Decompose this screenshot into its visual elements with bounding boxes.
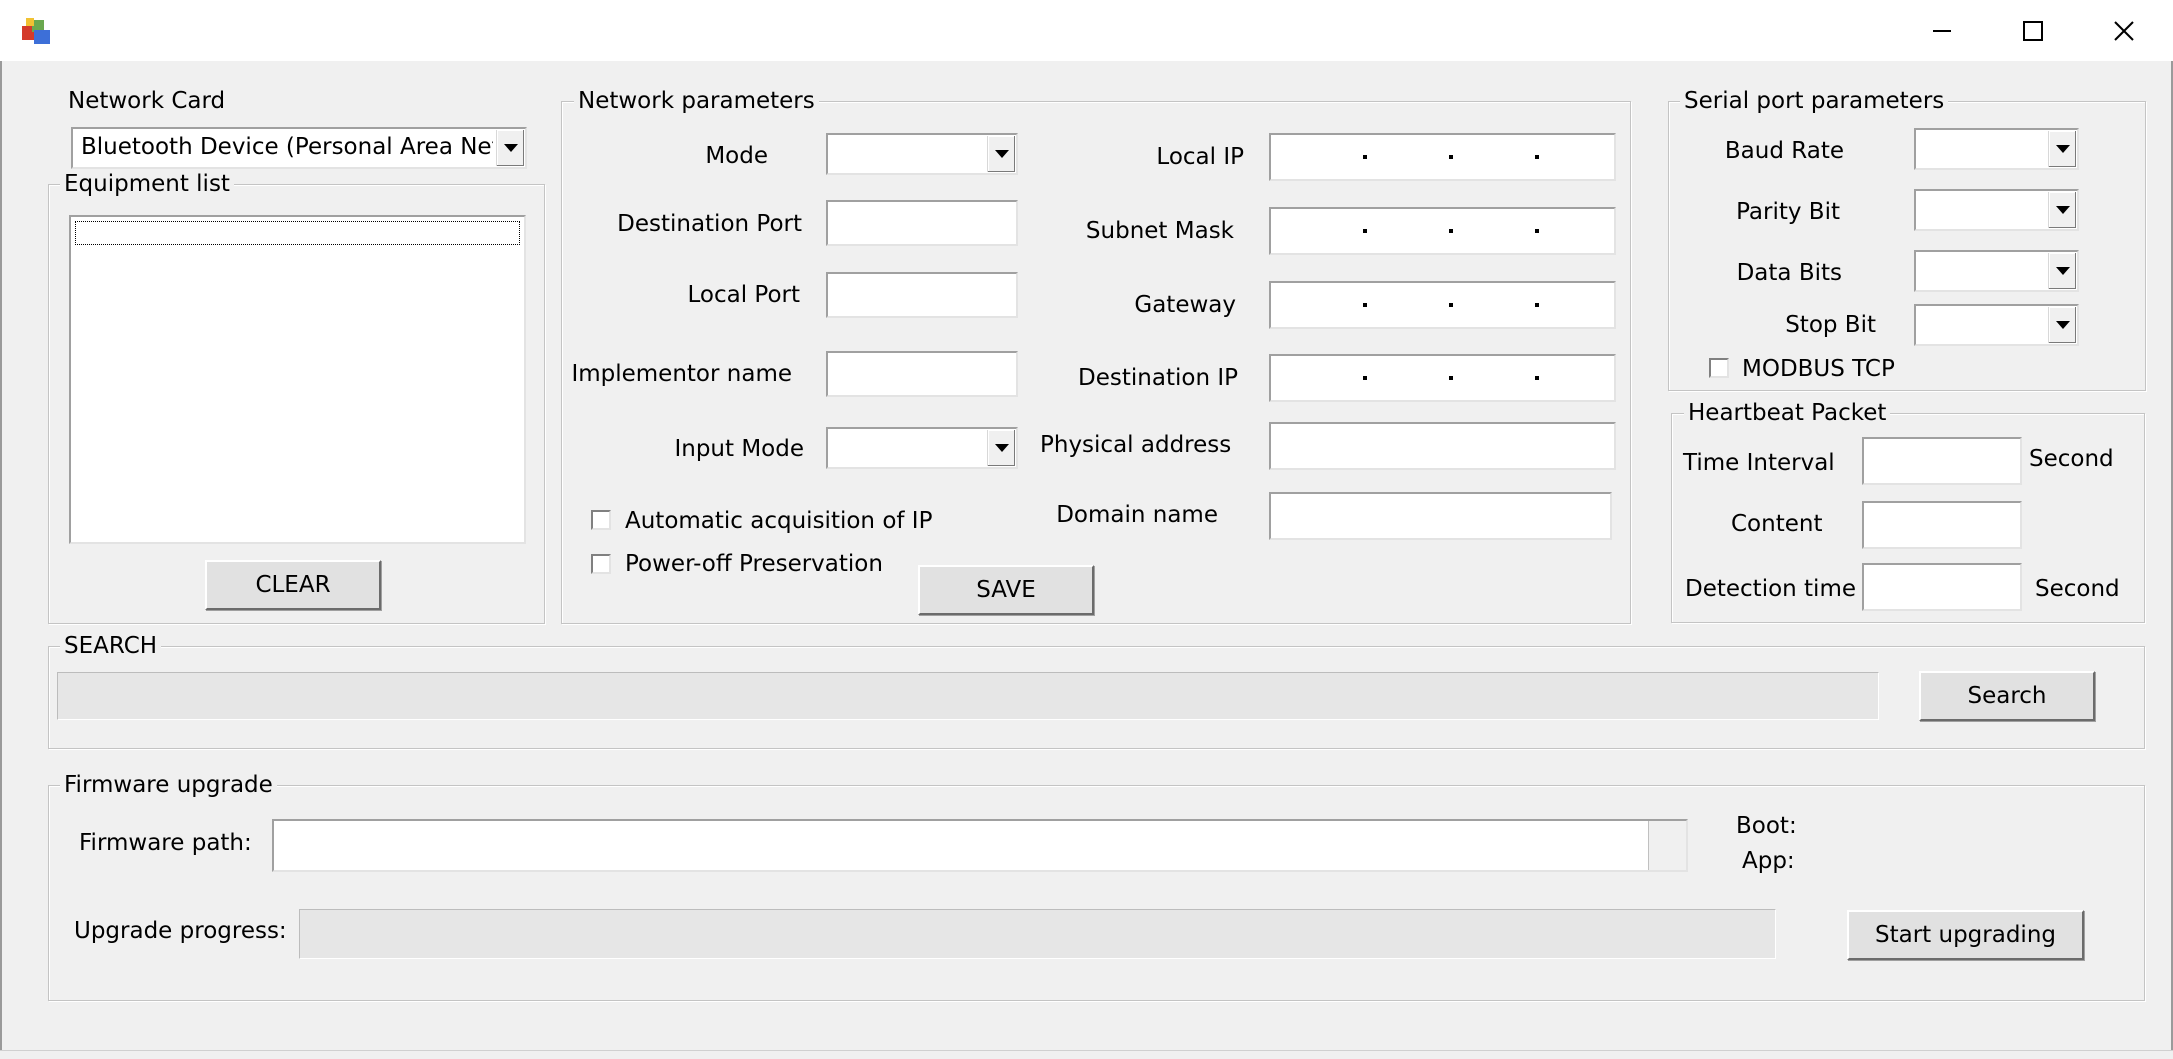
- minimize-icon: [1933, 29, 1951, 32]
- modbus-checkbox[interactable]: [1709, 358, 1729, 378]
- parity-bit-select[interactable]: [1914, 189, 2079, 231]
- clear-button[interactable]: CLEAR: [205, 560, 381, 610]
- title-bar: [0, 0, 2173, 61]
- close-icon: [2114, 20, 2134, 41]
- baud-rate-select[interactable]: [1914, 128, 2079, 170]
- firmware-path-input[interactable]: [272, 819, 1688, 872]
- subnet-mask-input[interactable]: [1269, 207, 1616, 255]
- content-input[interactable]: [1862, 501, 2022, 549]
- chevron-down-icon[interactable]: [987, 136, 1015, 172]
- network-card-value: Bluetooth Device (Personal Area Network): [81, 134, 493, 160]
- baud-rate-label: Baud Rate: [1724, 138, 1844, 164]
- implementor-name-input[interactable]: [826, 351, 1018, 397]
- gateway-input[interactable]: [1269, 281, 1616, 329]
- stop-bit-select[interactable]: [1914, 304, 2079, 346]
- minimize-button[interactable]: [1896, 0, 1988, 61]
- upgrade-progress-label: Upgrade progress:: [74, 918, 287, 944]
- start-upgrading-button[interactable]: Start upgrading: [1847, 910, 2084, 960]
- chevron-down-icon[interactable]: [496, 130, 524, 166]
- destination-ip-label: Destination IP: [1078, 365, 1238, 391]
- browse-button[interactable]: [1648, 821, 1686, 870]
- implementor-name-label: Implementor name: [571, 361, 792, 387]
- list-item[interactable]: [75, 221, 520, 245]
- upgrade-progress-bar: [299, 909, 1776, 959]
- domain-name-input[interactable]: [1269, 492, 1612, 540]
- input-mode-label: Input Mode: [674, 436, 804, 462]
- time-interval-unit: Second: [2029, 446, 2114, 472]
- power-off-label[interactable]: Power-off Preservation: [625, 548, 883, 580]
- local-ip-label: Local IP: [1156, 144, 1244, 170]
- app-label: App:: [1742, 848, 1795, 874]
- chevron-down-icon[interactable]: [2048, 192, 2076, 228]
- detection-time-label: Detection time: [1685, 576, 1857, 602]
- firmware-path-label: Firmware path:: [79, 830, 252, 856]
- data-bits-select[interactable]: [1914, 250, 2079, 292]
- local-port-label: Local Port: [687, 282, 800, 308]
- maximize-icon: [2023, 20, 2043, 41]
- boot-label: Boot:: [1736, 813, 1797, 839]
- time-interval-input[interactable]: [1862, 437, 2022, 485]
- network-card-select[interactable]: Bluetooth Device (Personal Area Network): [71, 127, 527, 169]
- equipment-listbox[interactable]: [69, 215, 526, 544]
- heartbeat-legend: Heartbeat Packet: [1684, 399, 1891, 427]
- serial-port-legend: Serial port parameters: [1680, 87, 1949, 115]
- data-bits-label: Data Bits: [1736, 260, 1842, 286]
- firmware-legend: Firmware upgrade: [60, 771, 277, 799]
- chevron-down-icon[interactable]: [2048, 131, 2076, 167]
- time-interval-label: Time Interval: [1683, 450, 1835, 476]
- detection-time-input[interactable]: [1862, 563, 2022, 611]
- mode-select[interactable]: [826, 133, 1018, 175]
- content-label: Content: [1731, 511, 1823, 537]
- firmware-group: [48, 785, 2145, 1001]
- local-ip-input[interactable]: [1269, 133, 1616, 181]
- physical-address-label: Physical address: [1040, 432, 1232, 458]
- gateway-label: Gateway: [1134, 292, 1236, 318]
- detection-time-unit: Second: [2035, 576, 2120, 602]
- destination-ip-input[interactable]: [1269, 354, 1616, 402]
- physical-address-input[interactable]: [1269, 422, 1616, 470]
- stop-bit-label: Stop Bit: [1785, 312, 1876, 338]
- local-port-input[interactable]: [826, 272, 1018, 318]
- network-card-label: Network Card: [68, 88, 226, 114]
- close-button[interactable]: [2078, 0, 2170, 61]
- auto-ip-label[interactable]: Automatic acquisition of IP: [625, 505, 932, 537]
- parity-bit-label: Parity Bit: [1736, 199, 1840, 225]
- chevron-down-icon[interactable]: [2048, 307, 2076, 343]
- search-progress-bar: [57, 672, 1879, 720]
- search-button[interactable]: Search: [1919, 671, 2095, 721]
- destination-port-input[interactable]: [826, 200, 1018, 246]
- chevron-down-icon[interactable]: [987, 430, 1015, 466]
- power-off-checkbox[interactable]: [591, 554, 611, 574]
- auto-ip-checkbox[interactable]: [591, 510, 611, 530]
- search-legend: SEARCH: [60, 632, 162, 660]
- modbus-label[interactable]: MODBUS TCP: [1742, 353, 1895, 385]
- input-mode-select[interactable]: [826, 427, 1018, 469]
- app-icon: [20, 16, 54, 46]
- mode-label: Mode: [705, 143, 768, 169]
- subnet-mask-label: Subnet Mask: [1085, 218, 1234, 244]
- save-button[interactable]: SAVE: [918, 565, 1094, 615]
- network-parameters-legend: Network parameters: [574, 87, 819, 115]
- equipment-list-legend: Equipment list: [60, 170, 234, 198]
- maximize-button[interactable]: [1987, 0, 2079, 61]
- domain-name-label: Domain name: [1056, 502, 1218, 528]
- destination-port-label: Destination Port: [617, 211, 802, 237]
- chevron-down-icon[interactable]: [2048, 253, 2076, 289]
